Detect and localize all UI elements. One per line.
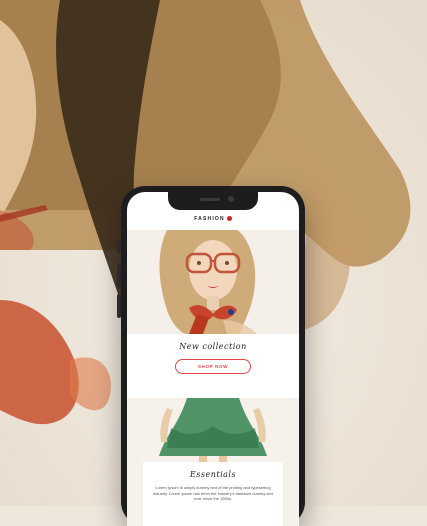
essentials-card: Essentials Lorem Ipsum is simply dummy t…: [143, 462, 283, 526]
hero-image[interactable]: [127, 230, 299, 334]
volume-down-button: [117, 294, 121, 318]
hero-illustration: [127, 230, 299, 334]
brand-logo[interactable]: FASHION: [194, 216, 232, 222]
phone-side-button: [117, 241, 121, 253]
essentials-title: Essentials: [189, 470, 237, 479]
volume-up-button: [117, 264, 121, 288]
camera-icon: [228, 196, 234, 202]
phone-notch: [168, 192, 258, 210]
new-collection-section: New collection SHOP NOW: [127, 342, 299, 374]
speaker-icon: [200, 198, 220, 201]
app-header: FASHION: [127, 210, 299, 228]
brand-logo-text: FASHION: [194, 216, 225, 222]
phone-screen: FASHION New collection SHOP NOW Essentia…: [127, 192, 299, 526]
phone-mockup: FASHION New collection SHOP NOW Essentia…: [117, 186, 305, 526]
brand-dot-icon: [226, 216, 232, 222]
new-collection-title: New collection: [179, 342, 247, 351]
essentials-description: Lorem Ipsum is simply dummy text of the …: [153, 485, 273, 501]
shop-now-button[interactable]: SHOP NOW: [174, 359, 252, 374]
